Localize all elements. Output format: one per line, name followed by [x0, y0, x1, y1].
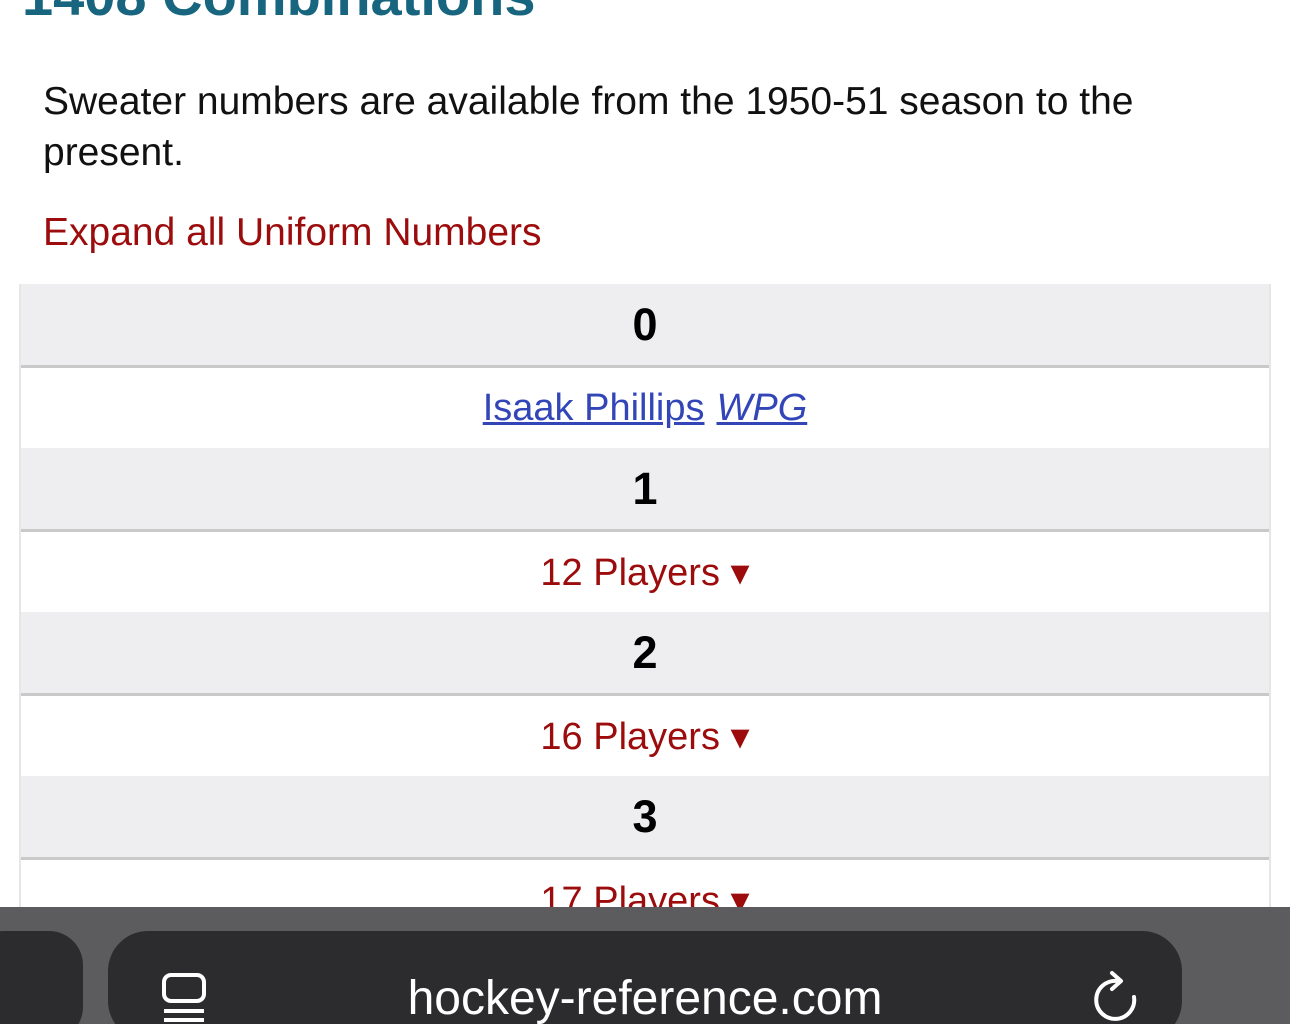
intro-text: Sweater numbers are available from the 1…: [43, 80, 1134, 174]
players-toggle[interactable]: 12 Players ▾: [540, 550, 749, 595]
uniform-number-header: 1: [21, 448, 1269, 532]
team-link[interactable]: WPG: [716, 387, 807, 430]
browser-toolbar: hockey-reference.com: [0, 907, 1290, 1024]
expand-all-link[interactable]: Expand all Uniform Numbers: [43, 209, 542, 257]
page-title: 1408 Combinations: [22, 0, 535, 24]
uniform-numbers-table: 0 Isaak Phillips WPG 1 12 Players ▾ 2 16…: [19, 284, 1271, 940]
players-row: 12 Players ▾: [21, 532, 1269, 612]
players-toggle[interactable]: 16 Players ▾: [540, 714, 749, 759]
players-row: Isaak Phillips WPG: [21, 368, 1269, 448]
url-text[interactable]: hockey-reference.com: [108, 969, 1182, 1024]
previous-tab-pill[interactable]: [0, 931, 83, 1024]
uniform-number-header: 0: [21, 284, 1269, 368]
address-bar[interactable]: hockey-reference.com: [108, 931, 1182, 1024]
players-row: 16 Players ▾: [21, 696, 1269, 776]
player-link[interactable]: Isaak Phillips: [483, 387, 705, 430]
uniform-number-header: 3: [21, 776, 1269, 860]
reload-icon[interactable]: [1092, 969, 1142, 1023]
uniform-number-header: 2: [21, 612, 1269, 696]
page: 1408 Combinations Sweater numbers are av…: [0, 0, 1290, 1024]
